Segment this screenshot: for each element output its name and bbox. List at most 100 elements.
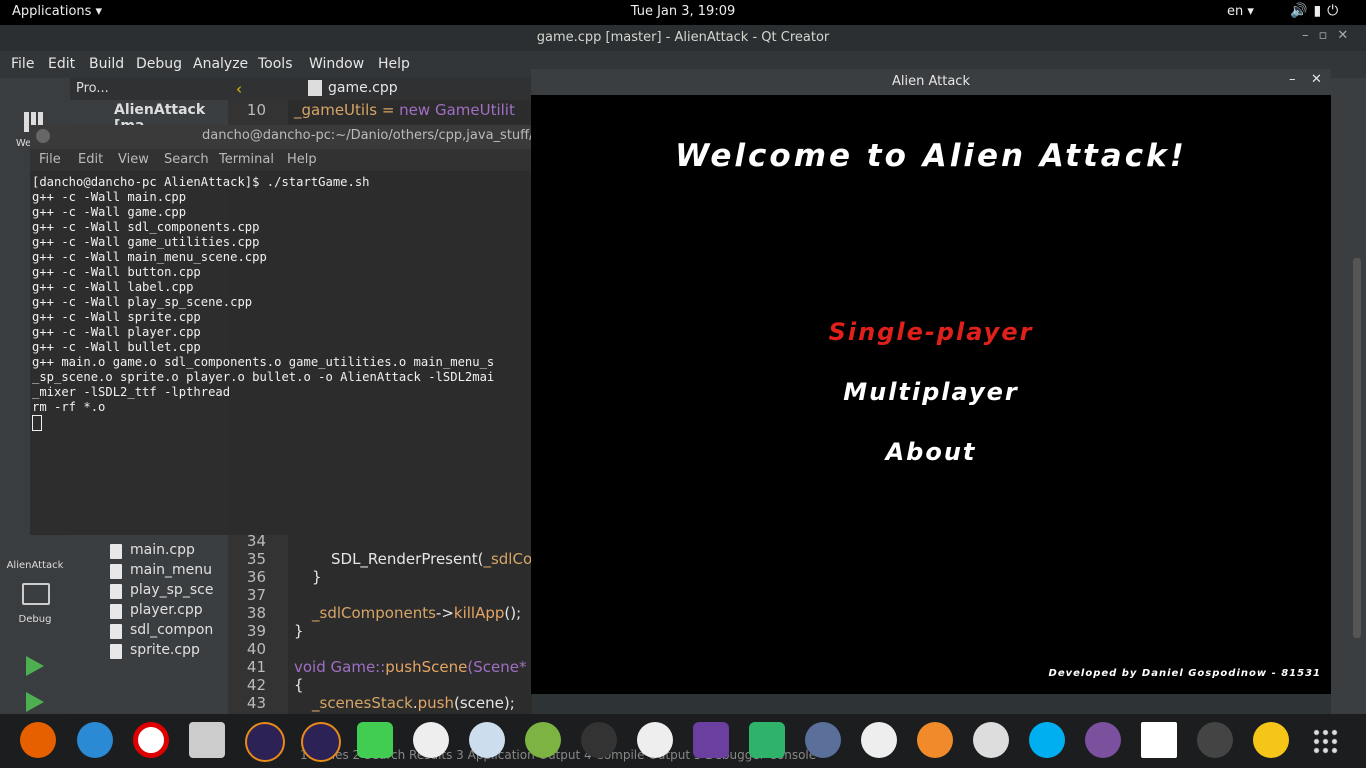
editor-tab-bar: ‹ game.cpp bbox=[228, 78, 532, 100]
line-number: 38 bbox=[246, 604, 266, 622]
menu-about[interactable]: About bbox=[531, 438, 1331, 466]
menu-tools[interactable]: Tools bbox=[258, 56, 293, 72]
line-number: 43 bbox=[246, 694, 266, 712]
media-player-icon[interactable] bbox=[1253, 722, 1289, 758]
game-minimize-icon[interactable]: – bbox=[1289, 72, 1296, 87]
menu-multiplayer[interactable]: Multiplayer bbox=[531, 378, 1331, 406]
menu-build[interactable]: Build bbox=[89, 56, 124, 72]
close-icon[interactable]: ✕ bbox=[1337, 28, 1358, 43]
language-indicator[interactable]: en ▾ bbox=[1227, 4, 1254, 19]
vertical-scrollbar[interactable] bbox=[1353, 258, 1361, 638]
globe-browser-icon[interactable] bbox=[77, 722, 113, 758]
code-line-43: _scenesStack.push(scene); bbox=[312, 694, 515, 712]
terminal-menu-search[interactable]: Search bbox=[164, 152, 209, 167]
code-line-10: _gameUtils = new GameUtilit bbox=[294, 101, 515, 119]
terminal-icon bbox=[36, 129, 50, 143]
menu-debug[interactable]: Debug bbox=[136, 56, 182, 72]
games-icon[interactable] bbox=[973, 722, 1009, 758]
code-line-35: SDL_RenderPresent(_sdlCo bbox=[331, 550, 533, 568]
system-tray[interactable]: 🔊▮⏻ bbox=[1290, 3, 1344, 19]
monitor-icon[interactable] bbox=[22, 583, 50, 605]
cpp-file-icon bbox=[308, 80, 322, 96]
target-label: AlienAttack bbox=[6, 560, 64, 571]
file-play-sp-scene[interactable]: play_sp_sce bbox=[109, 582, 213, 599]
game-close-icon[interactable]: ✕ bbox=[1311, 72, 1322, 87]
battery-icon: ▮ bbox=[1313, 3, 1328, 19]
line-number: 36 bbox=[246, 568, 266, 586]
project-view-selector[interactable]: Pro... bbox=[76, 81, 109, 96]
game-titlebar: Alien Attack – ✕ bbox=[531, 69, 1331, 95]
file-sdl-components[interactable]: sdl_compon bbox=[109, 622, 213, 639]
code-line-41: void Game::pushScene(Scene* bbox=[294, 658, 527, 676]
maximize-icon[interactable]: ▫ bbox=[1319, 28, 1338, 43]
file-main-cpp[interactable]: main.cpp bbox=[110, 542, 195, 559]
remote-desktop-icon[interactable] bbox=[805, 722, 841, 758]
menu-edit[interactable]: Edit bbox=[48, 56, 75, 72]
game-window-title: Alien Attack bbox=[892, 74, 970, 89]
terminal-output[interactable]: [dancho@dancho-pc AlienAttack]$ ./startG… bbox=[32, 175, 530, 415]
intellij-icon[interactable] bbox=[693, 722, 729, 758]
run-icon[interactable] bbox=[26, 656, 44, 676]
menu-about-label: About bbox=[885, 438, 977, 466]
terminal-menu-help[interactable]: Help bbox=[287, 152, 317, 167]
menu-window[interactable]: Window bbox=[309, 56, 364, 72]
code-line-42: { bbox=[294, 676, 304, 694]
terminal-menu-view[interactable]: View bbox=[118, 152, 149, 167]
unity-icon[interactable] bbox=[581, 722, 617, 758]
terminal-app-icon[interactable] bbox=[1197, 722, 1233, 758]
qt-creator-icon[interactable] bbox=[357, 722, 393, 758]
firefox-icon[interactable] bbox=[20, 722, 56, 758]
clock[interactable]: Tue Jan 3, 19:09 bbox=[0, 4, 1366, 19]
language-label: en bbox=[1227, 4, 1244, 19]
file-player-cpp[interactable]: player.cpp bbox=[110, 602, 203, 619]
pycharm-icon[interactable] bbox=[749, 722, 785, 758]
vscode-icon[interactable] bbox=[861, 722, 897, 758]
show-apps-icon[interactable] bbox=[1312, 728, 1340, 756]
right-sidebar bbox=[1331, 78, 1366, 714]
viber-icon[interactable] bbox=[1085, 722, 1121, 758]
terminal-title: dancho@dancho-pc:~/Danio/others/cpp,java… bbox=[202, 128, 543, 143]
gimp-icon[interactable] bbox=[917, 722, 953, 758]
code-line-39: } bbox=[294, 622, 304, 640]
code-line-38: _sdlComponents->killApp(); bbox=[312, 604, 522, 622]
arduino-icon[interactable] bbox=[413, 722, 449, 758]
file-manager-icon[interactable] bbox=[189, 722, 225, 758]
line-number: 40 bbox=[246, 640, 266, 658]
menu-analyze[interactable]: Analyze bbox=[193, 56, 248, 72]
menu-single-player-label: Single-player bbox=[828, 318, 1034, 346]
alien-attack-icon[interactable] bbox=[1141, 722, 1177, 758]
back-icon[interactable]: ‹ bbox=[236, 80, 242, 98]
top-panel: Applications ▾ Tue Jan 3, 19:09 en ▾ 🔊▮⏻ bbox=[0, 0, 1366, 25]
terminal-menu-file[interactable]: File bbox=[39, 152, 61, 167]
file-main-menu[interactable]: main_menu bbox=[110, 562, 212, 579]
terminal-menu-edit[interactable]: Edit bbox=[78, 152, 103, 167]
menu-help[interactable]: Help bbox=[378, 56, 410, 72]
editor-file-tab[interactable]: game.cpp bbox=[328, 80, 398, 96]
terminal-menubar: File Edit View Search Terminal Help bbox=[30, 149, 532, 171]
code-line-36: } bbox=[312, 568, 322, 586]
power-icon: ⏻ bbox=[1327, 3, 1345, 19]
android-icon[interactable] bbox=[525, 722, 561, 758]
skype-icon[interactable] bbox=[1029, 722, 1065, 758]
menu-file[interactable]: File bbox=[11, 56, 34, 72]
line-number: 10 bbox=[246, 101, 266, 119]
eclipse-icon[interactable] bbox=[245, 722, 285, 762]
window-controls[interactable]: –▫✕ bbox=[1302, 28, 1358, 43]
virtualbox-icon[interactable] bbox=[469, 722, 505, 758]
project-pane-header: Pro... bbox=[70, 78, 228, 100]
eclipse-alt-icon[interactable] bbox=[301, 722, 341, 762]
line-number: 39 bbox=[246, 622, 266, 640]
game-heading: Welcome to Alien Attack! bbox=[675, 138, 1187, 174]
volume-icon: 🔊 bbox=[1290, 3, 1314, 19]
line-number: 37 bbox=[246, 586, 266, 604]
debug-run-icon[interactable] bbox=[26, 692, 44, 712]
terminal-menu-terminal[interactable]: Terminal bbox=[219, 152, 274, 167]
menu-single-player[interactable]: Single-player bbox=[531, 318, 1331, 346]
godot-icon[interactable] bbox=[637, 722, 673, 758]
line-number: 42 bbox=[246, 676, 266, 694]
line-number: 35 bbox=[246, 550, 266, 568]
minimize-icon[interactable]: – bbox=[1302, 28, 1319, 43]
opera-icon[interactable] bbox=[133, 722, 169, 758]
window-title: game.cpp [master] - AlienAttack - Qt Cre… bbox=[536, 30, 830, 45]
file-sprite-cpp[interactable]: sprite.cpp bbox=[110, 642, 200, 659]
